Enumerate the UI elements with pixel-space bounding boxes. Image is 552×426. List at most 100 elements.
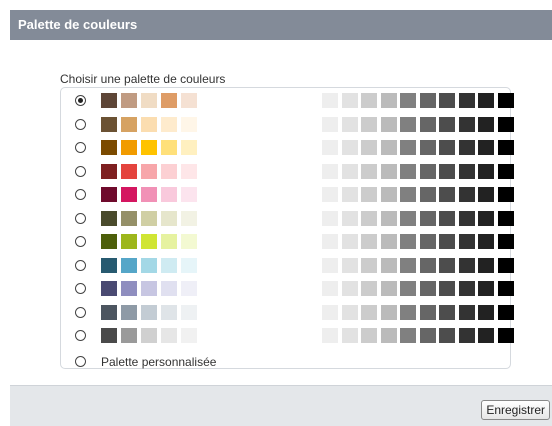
gray-swatch — [458, 210, 475, 226]
gray-swatch — [439, 257, 455, 273]
color-swatch — [161, 234, 177, 249]
gray-swatch — [400, 257, 416, 273]
palette-radio-brown[interactable] — [75, 95, 86, 106]
color-swatch — [181, 281, 197, 296]
gray-swatch — [439, 281, 455, 296]
gray-swatch — [341, 210, 358, 226]
gray-swatch — [361, 93, 377, 108]
color-swatch — [161, 93, 177, 108]
gray-swatch — [497, 187, 514, 202]
gray-swatch — [380, 187, 397, 202]
color-swatch — [141, 210, 157, 226]
color-swatch — [161, 281, 177, 296]
color-swatch — [181, 140, 197, 155]
color-swatch — [161, 140, 177, 155]
color-swatch — [141, 93, 157, 108]
palette-row-custom[interactable]: Palette personnalisée — [61, 352, 512, 374]
palette-row-red[interactable] — [61, 162, 514, 184]
color-swatch — [181, 187, 197, 202]
gray-swatch — [419, 210, 436, 226]
gray-swatch — [400, 140, 416, 155]
gray-swatch — [380, 281, 397, 296]
palette-row-gray[interactable] — [61, 326, 514, 348]
color-swatch — [101, 116, 117, 132]
gray-swatch — [322, 304, 338, 320]
palette-row-green[interactable] — [61, 232, 514, 254]
gray-swatch — [419, 281, 436, 296]
gray-swatch — [400, 304, 416, 320]
gray-swatch — [380, 304, 397, 320]
palette-row-purple[interactable] — [61, 279, 514, 301]
color-swatch — [141, 328, 157, 343]
gray-swatch — [458, 187, 475, 202]
color-swatch — [121, 234, 137, 249]
gray-swatch — [458, 328, 475, 343]
palette-row-brown[interactable] — [61, 91, 514, 113]
gray-swatch — [458, 116, 475, 132]
palette-radio-tan[interactable] — [75, 118, 86, 130]
palette-radio-olive[interactable] — [75, 212, 86, 224]
color-swatch — [181, 210, 197, 226]
color-swatch — [101, 234, 117, 249]
gray-swatch — [400, 328, 416, 343]
gray-swatch — [380, 93, 397, 108]
palette-radio-pink[interactable] — [75, 189, 86, 200]
palette-row-tan[interactable] — [61, 115, 514, 137]
color-swatch — [121, 257, 137, 273]
gray-swatch — [361, 281, 377, 296]
gray-swatch — [497, 93, 514, 108]
save-button[interactable]: Enregistrer — [481, 400, 550, 420]
palette-radio-custom[interactable] — [75, 355, 86, 367]
gray-swatch — [322, 116, 338, 132]
palette-row-olive[interactable] — [61, 209, 514, 231]
gray-swatch — [322, 210, 338, 226]
gray-swatch — [419, 234, 436, 249]
gray-swatch — [322, 328, 338, 343]
color-swatch — [141, 116, 157, 132]
gray-swatch — [478, 93, 494, 108]
gray-swatch — [439, 304, 455, 320]
gray-swatch — [361, 328, 377, 343]
color-swatch — [141, 304, 157, 320]
gray-swatch — [361, 210, 377, 226]
color-swatch — [101, 328, 117, 343]
palette-radio-purple[interactable] — [75, 283, 86, 294]
gray-swatch — [322, 163, 338, 179]
palette-radio-orange[interactable] — [75, 142, 86, 153]
palette-radio-green[interactable] — [75, 236, 86, 247]
gray-swatch — [361, 116, 377, 132]
color-swatch — [161, 187, 177, 202]
gray-swatch — [497, 234, 514, 249]
gray-swatch — [497, 116, 514, 132]
color-swatch — [181, 328, 197, 343]
palette-row-slate[interactable] — [61, 303, 514, 325]
color-swatch — [141, 234, 157, 249]
gray-swatch — [458, 234, 475, 249]
gray-swatch — [439, 116, 455, 132]
gray-swatch — [380, 234, 397, 249]
color-swatch — [101, 163, 117, 179]
gray-swatch — [419, 116, 436, 132]
gray-swatch — [419, 93, 436, 108]
gray-swatch — [341, 257, 358, 273]
palette-row-pink[interactable] — [61, 185, 514, 207]
palette-radio-teal[interactable] — [75, 259, 86, 271]
palette-row-teal[interactable] — [61, 256, 514, 278]
gray-swatch — [458, 93, 475, 108]
gray-swatch — [478, 234, 494, 249]
palette-radio-gray[interactable] — [75, 330, 86, 341]
custom-palette-label: Palette personnalisée — [101, 354, 217, 369]
gray-swatch — [478, 187, 494, 202]
gray-swatch — [497, 328, 514, 343]
palette-radio-slate[interactable] — [75, 306, 86, 318]
gray-swatch — [380, 163, 397, 179]
gray-swatch — [478, 210, 494, 226]
gray-swatch — [458, 304, 475, 320]
gray-swatch — [478, 281, 494, 296]
color-palette-dialog: Palette de couleurs Choisir une palette … — [10, 10, 552, 426]
gray-swatch — [341, 163, 358, 179]
color-swatch — [101, 257, 117, 273]
gray-swatch — [458, 140, 475, 155]
palette-radio-red[interactable] — [75, 165, 86, 177]
palette-row-orange[interactable] — [61, 138, 514, 160]
